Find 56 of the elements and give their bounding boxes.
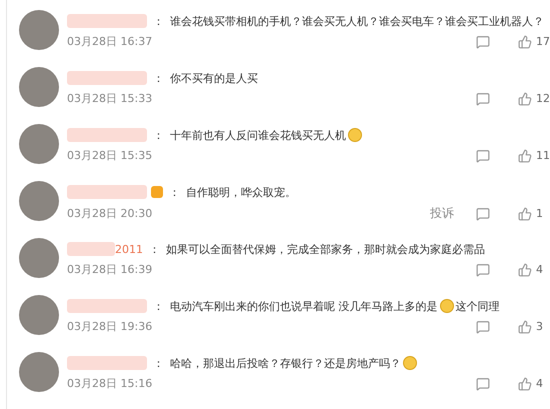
comment-icon[interactable] [476,148,490,162]
like-count: 12 [536,92,550,105]
comment-text: 电动汽车刚出来的你们也说早着呢 没几年马路上多的是 [170,298,438,314]
colon: ： [149,242,160,256]
avatar[interactable] [19,238,59,278]
like-count: 4 [536,263,544,276]
comment-text: 你不买有的是人买 [170,70,258,86]
like-count: 4 [536,377,544,390]
colon: ： [169,184,180,200]
comment-icon[interactable] [476,376,490,390]
colon: ： [153,298,164,314]
comment-date: 03月28日 20:30 [67,206,154,221]
comment-date: 03月28日 16:39 [67,262,154,277]
thumbs-up-icon[interactable] [518,376,532,390]
emoji-icon [403,356,417,370]
thumbs-up-icon[interactable] [518,320,532,334]
comment-text: 自作聪明，哗众取宠。 [186,184,296,200]
comment-icon[interactable] [476,262,490,276]
avatar[interactable] [19,124,59,164]
avatar[interactable] [19,295,59,335]
colon: ： [153,70,164,86]
comment-text: 如果可以全面替代保姆，完成全部家务，那时就会成为家庭必需品 [166,242,485,256]
thumbs-up-icon[interactable] [518,148,532,162]
comment-text: 这个同理 [456,298,500,314]
comment-date: 03月28日 15:16 [67,376,154,391]
comment-icon[interactable] [476,206,490,220]
blurred-username [67,242,115,256]
comment-date: 03月28日 16:37 [67,34,154,49]
comment-date: 03月28日 15:35 [67,148,154,163]
like-count: 11 [536,149,550,162]
username[interactable]: 2011 [115,242,143,256]
colon: ： [153,128,164,142]
comment-text: 十年前也有人反问谁会花钱买无人机 [170,128,346,142]
avatar[interactable] [19,67,59,107]
thumbs-up-icon[interactable] [518,34,532,48]
comment-date: 03月28日 15:33 [67,91,154,106]
comment-text: 哈哈，那退出后投啥？存银行？还是房地产吗？ [170,356,401,370]
report-link[interactable]: 投诉 [430,205,454,222]
colon: ： [153,356,164,370]
avatar[interactable] [19,10,59,50]
comment-text: 谁会花钱买带相机的手机？谁会买无人机？谁会买电车？谁会买工业机器人？ [170,14,544,28]
like-count: 3 [536,320,544,333]
like-count: 1 [536,207,544,220]
colon: ： [153,14,164,28]
avatar[interactable] [19,181,59,221]
comment-icon[interactable] [476,92,490,106]
avatar[interactable] [19,352,59,392]
thumbs-up-icon[interactable] [518,206,532,220]
comment-date: 03月28日 19:36 [67,319,154,334]
comment-icon[interactable] [476,34,490,48]
thumbs-up-icon[interactable] [518,262,532,276]
thumbs-up-icon[interactable] [518,92,532,106]
comment-icon[interactable] [476,320,490,334]
like-count: 17 [536,35,550,48]
emoji-icon [348,128,362,142]
emoji-icon [440,299,454,313]
